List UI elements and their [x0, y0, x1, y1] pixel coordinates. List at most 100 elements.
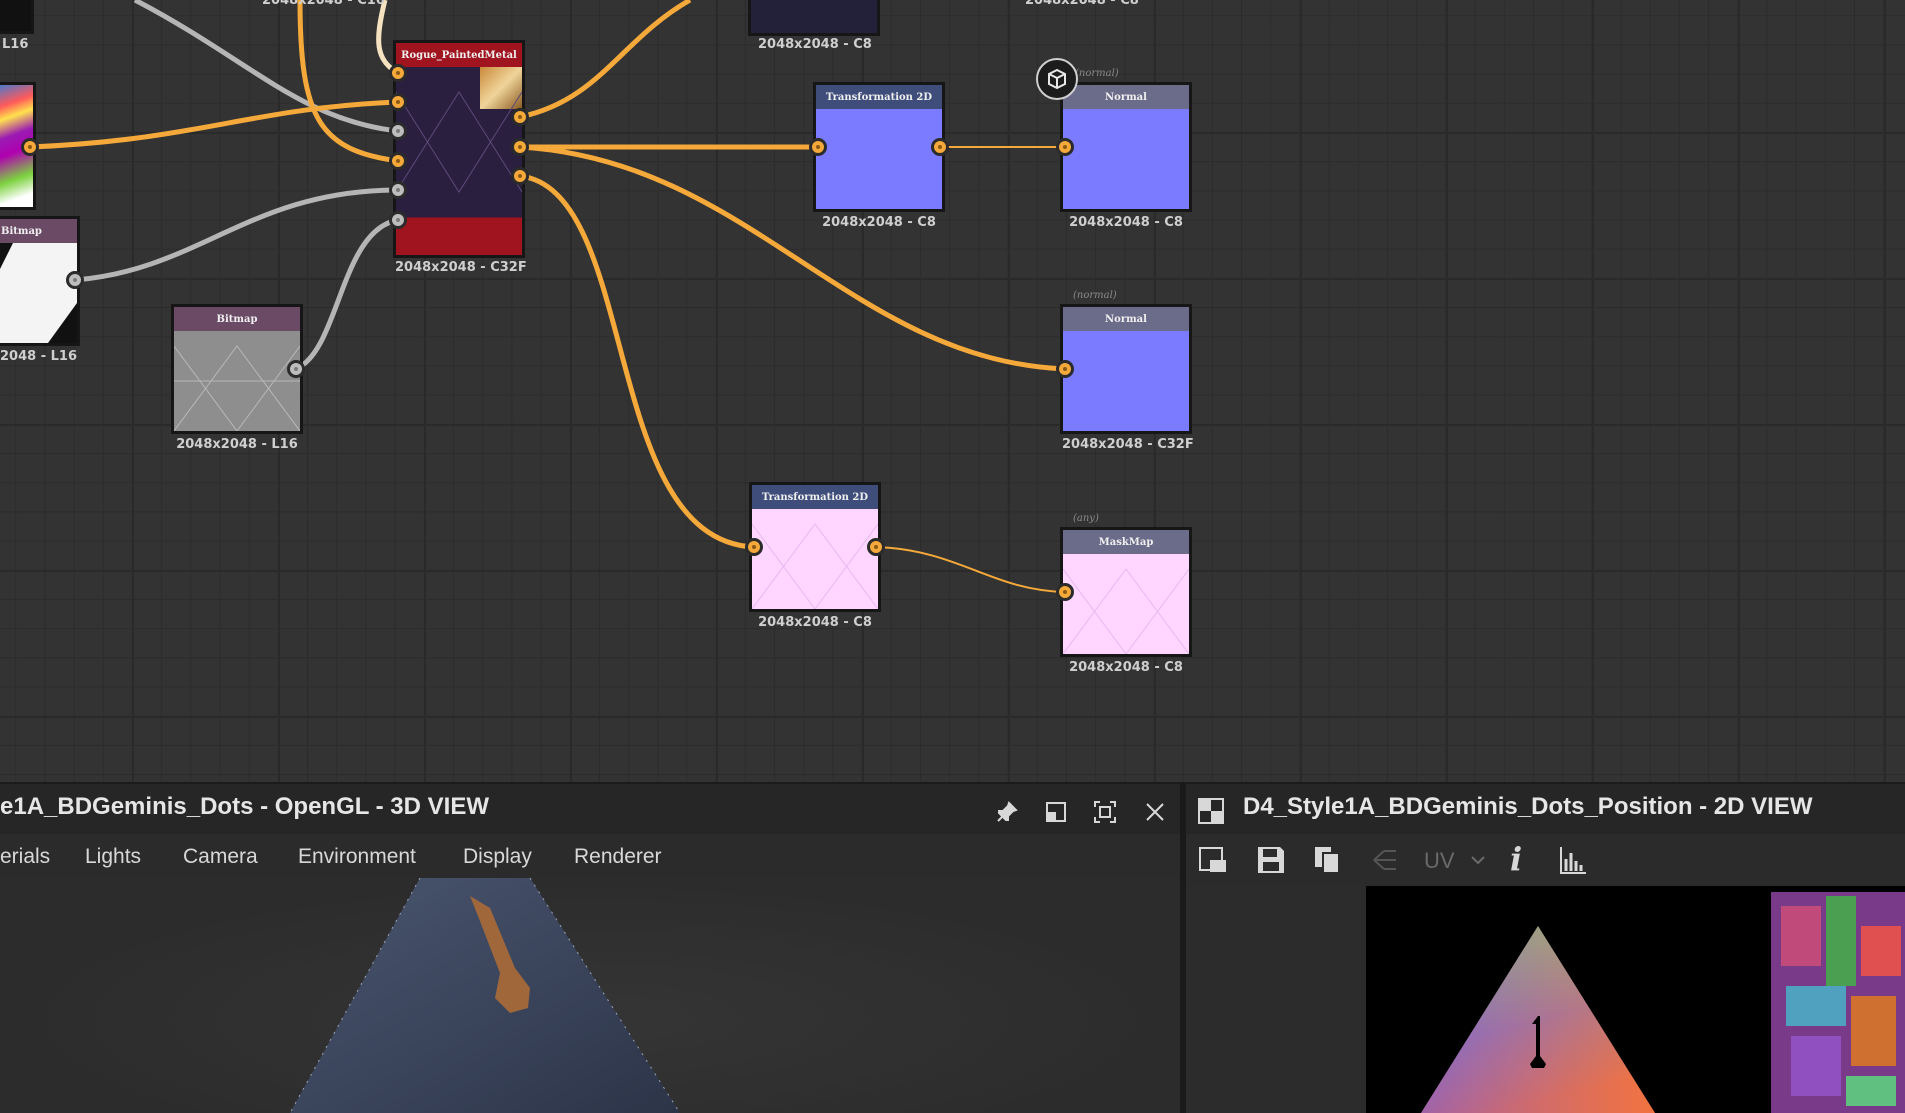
node-maskmap-output[interactable]: MaskMap	[1060, 527, 1192, 657]
position-map-preview	[1421, 892, 1905, 1113]
node-usage-tag: (normal)	[1075, 68, 1119, 79]
input-port[interactable]	[745, 538, 763, 556]
output-port[interactable]	[931, 138, 949, 156]
close-icon[interactable]	[1141, 798, 1169, 826]
node-caption: 2048 - L16	[0, 349, 78, 364]
input-port[interactable]	[1056, 138, 1074, 156]
output-port[interactable]	[511, 108, 529, 126]
node-caption: 2048x2048 - C32F	[1062, 437, 1194, 452]
node-caption: 2048x2048 - C8	[1025, 0, 1139, 8]
wire-orange-thin	[875, 546, 1066, 593]
view2d-toolbar: UV i	[1186, 834, 1905, 886]
node-thumbnail	[752, 509, 878, 609]
uv-dropdown-label[interactable]: UV	[1424, 848, 1455, 874]
pin-icon[interactable]	[993, 798, 1021, 826]
node-normal-output-mid[interactable]: Normal	[1060, 304, 1192, 434]
menu-camera[interactable]: Camera	[183, 845, 258, 869]
node-thumbnail	[396, 67, 522, 255]
output-port[interactable]	[21, 138, 39, 156]
node-thumbnail-pattern	[0, 243, 77, 343]
node-caption: 2048x2048 - C8	[1069, 660, 1183, 675]
menu-environment[interactable]: Environment	[298, 845, 416, 869]
copy-icon[interactable]	[1311, 843, 1345, 877]
node-caption: 2048x2048 - C8	[822, 215, 936, 230]
node-bitmap[interactable]: Bitmap	[171, 304, 303, 434]
input-port[interactable]	[389, 181, 407, 199]
input-port[interactable]	[809, 138, 827, 156]
node-title: Rogue_PaintedMetal	[396, 43, 522, 67]
node-transformation-2d-top[interactable]: Transformation 2D	[813, 82, 945, 212]
output-port[interactable]	[66, 271, 84, 289]
3d-pyramid-mesh	[289, 878, 681, 1113]
input-port[interactable]	[389, 122, 407, 140]
node-partial-topleft[interactable]	[0, 0, 34, 34]
node-normal-output-top[interactable]: Normal	[1060, 82, 1192, 212]
export-icon[interactable]	[1197, 843, 1231, 877]
node-title: Bitmap	[174, 307, 300, 331]
node-transformation-2d-bottom[interactable]: Transformation 2D	[749, 482, 881, 612]
node-graph-canvas[interactable]: 2048x2048 - C16 2048x2048 - C8 2048x2048…	[0, 0, 1905, 782]
node-thumbnail	[816, 109, 942, 209]
node-caption: 2048x2048 - C16	[262, 0, 385, 8]
save-icon[interactable]	[1254, 843, 1288, 877]
wire-orange	[519, 144, 1066, 372]
wire-orange	[519, 0, 692, 120]
node-title: Normal	[1063, 85, 1189, 109]
node-caption: 2048x2048 - C8	[758, 37, 872, 52]
node-rogue-painted-metal[interactable]: Rogue_PaintedMetal	[393, 40, 525, 258]
checker-icon	[1196, 796, 1226, 826]
wire-orange	[297, 0, 399, 164]
output-port[interactable]	[511, 138, 529, 156]
node-thumbnail	[174, 331, 300, 431]
node-thumbnail-pattern	[396, 91, 522, 193]
input-port[interactable]	[389, 64, 407, 82]
node-caption: 2048x2048 - L16	[176, 437, 298, 452]
menu-display[interactable]: Display	[463, 845, 532, 869]
node-thumbnail-pattern	[1063, 568, 1189, 654]
output-port[interactable]	[287, 360, 305, 378]
node-title: Bitmap	[0, 219, 77, 243]
node-thumbnail-pattern	[752, 523, 878, 609]
node-caption: 2048x2048 - C8	[1069, 215, 1183, 230]
view2d-viewport[interactable]	[1366, 886, 1905, 1113]
wire-orange	[519, 173, 755, 550]
node-thumbnail	[1063, 109, 1189, 209]
node-title: Transformation 2D	[752, 485, 878, 509]
input-port[interactable]	[389, 93, 407, 111]
node-usage-tag: (any)	[1073, 513, 1099, 524]
info-button[interactable]: i	[1510, 840, 1522, 878]
maximize-icon[interactable]	[1091, 798, 1119, 826]
node-thumbnail-pattern	[174, 345, 300, 431]
node-partial-top[interactable]	[748, 0, 880, 36]
view3d-viewport[interactable]	[0, 878, 1180, 1113]
node-usage-tag: (normal)	[1073, 290, 1117, 301]
input-port[interactable]	[1056, 360, 1074, 378]
wire-grey	[294, 217, 399, 372]
node-title: MaskMap	[1063, 530, 1189, 554]
menu-renderer[interactable]: Renderer	[574, 845, 662, 869]
output-port[interactable]	[867, 538, 885, 556]
view2d-margin	[1186, 886, 1366, 1113]
node-title: Normal	[1063, 307, 1189, 331]
view2d-title: D4_Style1A_BDGeminis_Dots_Position - 2D …	[1243, 793, 1813, 820]
node-thumbnail	[1063, 331, 1189, 431]
node-thumbnail	[751, 0, 877, 33]
menu-lights[interactable]: Lights	[85, 845, 141, 869]
input-port[interactable]	[1056, 583, 1074, 601]
input-port[interactable]	[389, 152, 407, 170]
menu-materials[interactable]: erials	[0, 845, 50, 869]
node-thumbnail	[0, 0, 31, 31]
input-port[interactable]	[389, 211, 407, 229]
cube-icon[interactable]	[1036, 58, 1078, 100]
wire-grey	[133, 0, 399, 134]
output-port[interactable]	[511, 167, 529, 185]
node-caption: 2048x2048 - C32F	[395, 260, 527, 275]
node-title: Transformation 2D	[816, 85, 942, 109]
graph-icon[interactable]	[1368, 843, 1402, 877]
histogram-icon[interactable]	[1556, 843, 1590, 877]
chevron-down-icon[interactable]	[1470, 852, 1486, 868]
wire-orange	[29, 99, 399, 150]
window-icon[interactable]	[1042, 798, 1070, 826]
node-caption: 2048x2048 - C8	[758, 615, 872, 630]
node-thumbnail	[0, 243, 77, 343]
